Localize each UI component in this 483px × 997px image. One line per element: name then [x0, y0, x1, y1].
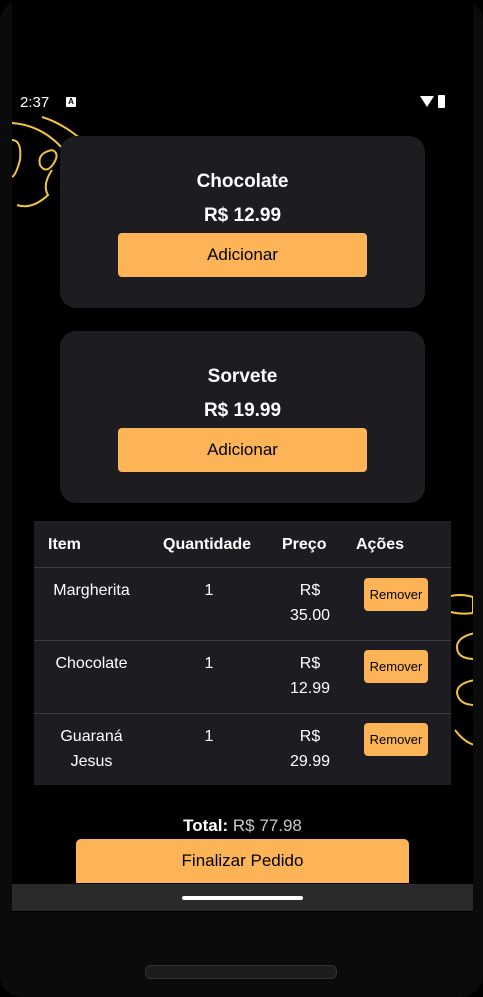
item-name: Chocolate — [55, 655, 128, 672]
table-row-price: R$ 12.99 — [280, 651, 340, 701]
price-amount: 35.00 — [289, 607, 331, 624]
table-row-item: Guaraná Jesus — [34, 724, 149, 774]
add-button[interactable]: Adicionar — [118, 233, 367, 277]
home-indicator[interactable] — [182, 896, 303, 900]
order-total: Total: R$ 77.98 — [12, 816, 473, 836]
price-amount: 29.99 — [289, 753, 331, 770]
battery-icon — [438, 95, 445, 108]
total-label: Total: — [183, 816, 229, 835]
header-price: Preço — [282, 536, 327, 553]
item-name-line2: Jesus — [70, 753, 113, 770]
status-bar: 2:37 A — [20, 92, 460, 114]
product-card-chocolate: Chocolate R$ 12.99 Adicionar — [60, 136, 425, 308]
notification-a-icon: A — [66, 97, 76, 107]
row-separator — [34, 713, 451, 714]
row-separator — [34, 640, 451, 641]
product-card-sorvete: Sorvete R$ 19.99 Adicionar — [60, 331, 425, 503]
cart-table: Item Quantidade Preço Ações Margherita 1… — [34, 521, 451, 785]
price-currency: R$ — [299, 582, 321, 599]
table-row-item: Margherita — [34, 578, 149, 603]
product-price: R$ 12.99 — [203, 205, 282, 226]
header-quantity: Quantidade — [163, 536, 252, 553]
header-separator — [34, 567, 451, 568]
status-time: 2:37 — [20, 94, 50, 111]
table-row-quantity: 1 — [204, 655, 214, 672]
remove-button[interactable]: Remover — [364, 578, 428, 611]
finalize-order-button[interactable]: Finalizar Pedido — [76, 839, 409, 883]
table-row-item: Chocolate — [34, 651, 149, 676]
item-name: Margherita — [53, 582, 130, 599]
remove-button[interactable]: Remover — [364, 723, 428, 756]
wifi-icon — [420, 96, 434, 107]
product-name: Sorvete — [207, 366, 278, 387]
table-row-price: R$ 29.99 — [280, 724, 340, 774]
app-screen: 2:37 A Chocolate R$ 12.99 Adicionar Sorv… — [12, 0, 473, 912]
remove-button[interactable]: Remover — [364, 650, 428, 683]
total-value: R$ 77.98 — [232, 816, 302, 835]
price-currency: R$ — [299, 655, 321, 672]
table-row-quantity: 1 — [204, 728, 214, 745]
bottom-speaker — [145, 965, 337, 979]
table-row-price: R$ 35.00 — [280, 578, 340, 628]
navigation-bar — [12, 884, 473, 911]
table-row-quantity: 1 — [204, 582, 214, 599]
price-amount: 12.99 — [289, 680, 331, 697]
header-item: Item — [48, 536, 81, 553]
header-actions: Ações — [356, 536, 405, 553]
add-button[interactable]: Adicionar — [118, 428, 367, 472]
item-name-line1: Guaraná — [60, 728, 123, 745]
product-name: Chocolate — [196, 171, 289, 192]
product-price: R$ 19.99 — [203, 400, 282, 421]
price-currency: R$ — [299, 728, 321, 745]
